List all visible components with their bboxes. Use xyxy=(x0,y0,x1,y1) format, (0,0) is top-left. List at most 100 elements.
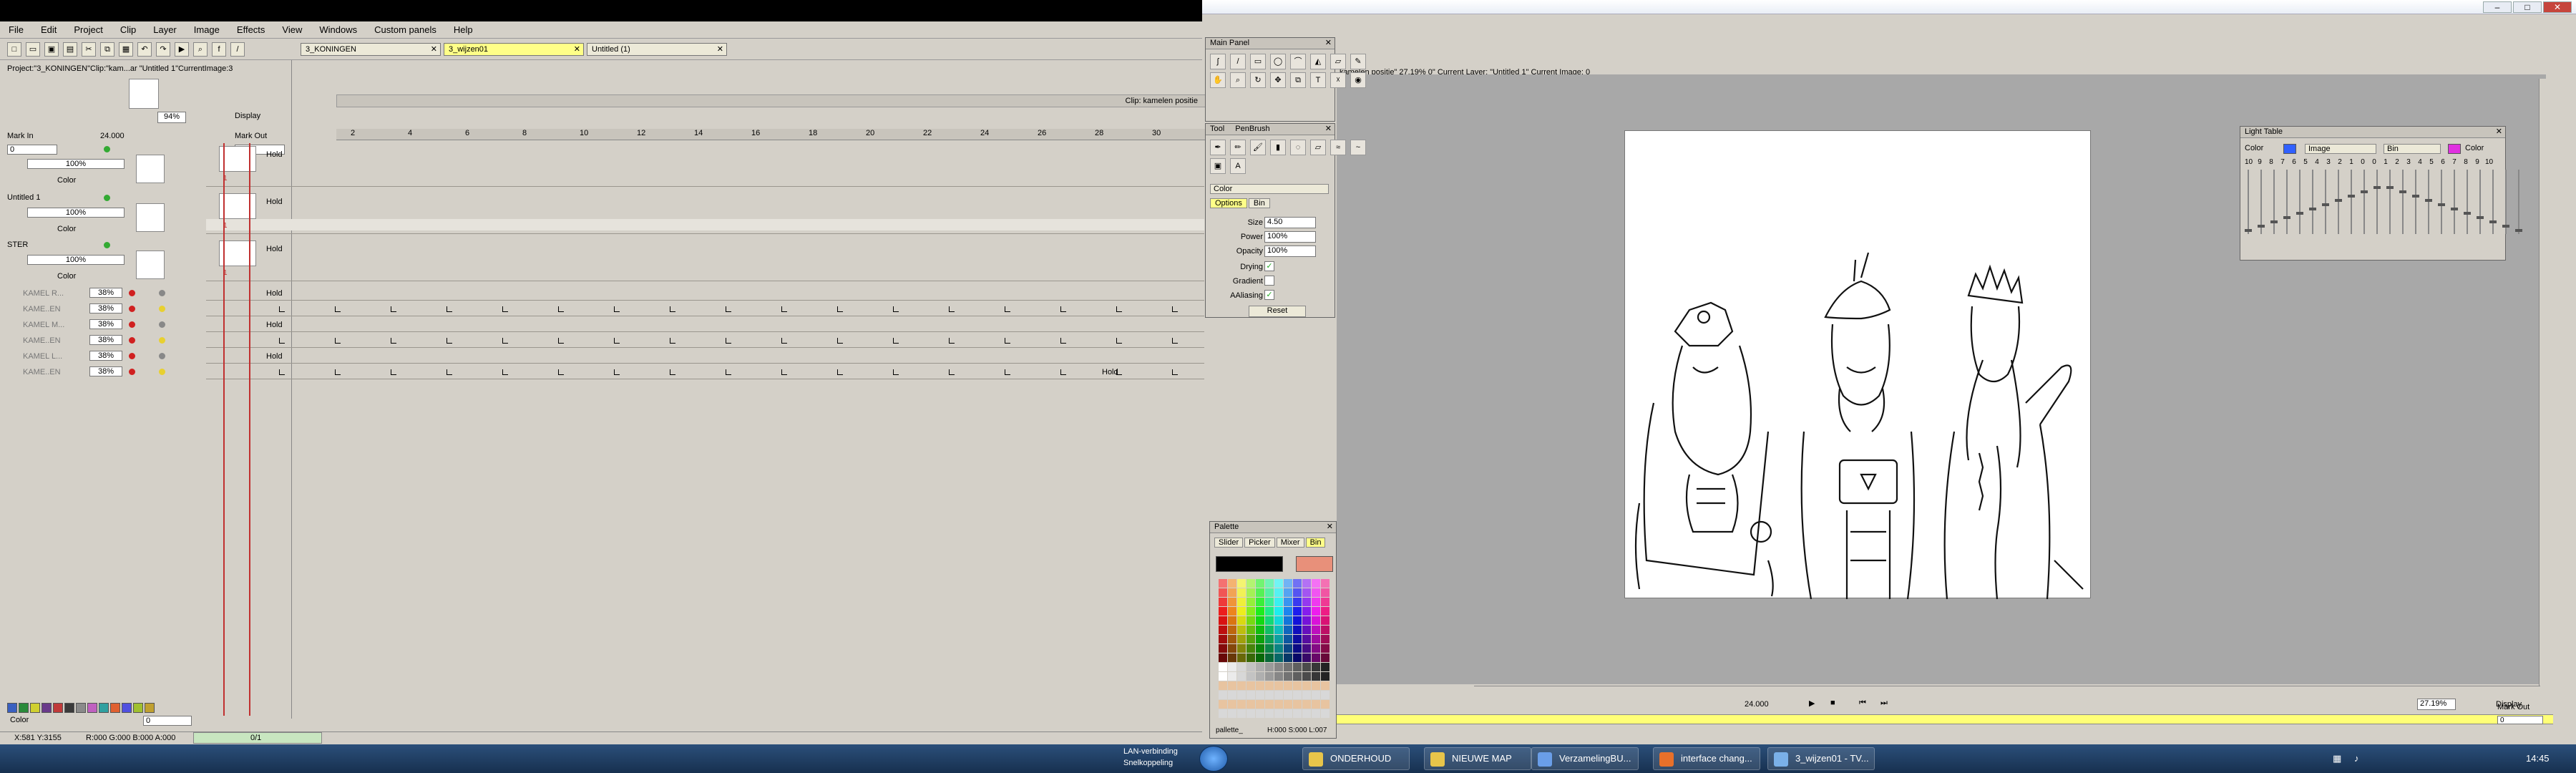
keyframe-marker[interactable] xyxy=(447,338,452,344)
option-value[interactable]: 100% xyxy=(1264,245,1316,257)
palette-swatch[interactable] xyxy=(1312,635,1320,643)
viewer-stop-icon[interactable]: ■ xyxy=(1830,699,1835,707)
palette-swatch[interactable] xyxy=(1237,653,1246,662)
light-table-slider[interactable] xyxy=(2283,170,2290,234)
slider-thumb[interactable] xyxy=(2258,225,2265,228)
palette-swatch[interactable] xyxy=(1219,691,1227,699)
slider-thumb[interactable] xyxy=(2348,195,2355,198)
palette-swatch[interactable] xyxy=(1312,579,1320,588)
palette-swatch[interactable] xyxy=(1293,607,1302,616)
palette-swatch[interactable] xyxy=(1256,598,1264,606)
palette-swatch[interactable] xyxy=(1321,616,1330,625)
palette-swatch[interactable] xyxy=(1228,579,1236,588)
slider-thumb[interactable] xyxy=(2477,216,2484,219)
palette-tab[interactable]: Bin xyxy=(1305,538,1326,548)
slider-thumb[interactable] xyxy=(2373,186,2381,189)
keyframe-marker[interactable] xyxy=(893,338,899,344)
menu-item[interactable]: Edit xyxy=(41,24,57,35)
checkbox[interactable] xyxy=(1264,276,1274,286)
slider-thumb[interactable] xyxy=(2245,229,2252,232)
palette-swatch[interactable] xyxy=(1274,626,1283,634)
palette-swatch[interactable] xyxy=(1237,663,1246,671)
palette-swatch[interactable] xyxy=(1284,709,1292,718)
palette-swatch[interactable] xyxy=(1256,709,1264,718)
timeline-ruler[interactable]: 2468101214161820222426283032 xyxy=(336,129,1218,140)
palette-swatch[interactable] xyxy=(1284,607,1292,616)
palette-swatch[interactable] xyxy=(1274,644,1283,653)
palette-swatch[interactable] xyxy=(1265,588,1274,597)
palette-swatch[interactable] xyxy=(1312,598,1320,606)
palette-tab[interactable]: Mixer xyxy=(1276,538,1304,548)
light-table-slider[interactable] xyxy=(2335,170,2342,234)
open-icon[interactable]: ▭ xyxy=(26,42,40,57)
light-table-slider[interactable] xyxy=(2502,170,2509,234)
secondary-color-swatch[interactable] xyxy=(1296,556,1333,572)
zoom-icon[interactable]: ⌕ xyxy=(1230,72,1246,88)
palette-swatch[interactable] xyxy=(1293,635,1302,643)
document-tab[interactable]: 3_wijzen01 ✕ xyxy=(444,43,584,56)
palette-swatch[interactable] xyxy=(1293,644,1302,653)
palette-swatch[interactable] xyxy=(1246,635,1255,643)
palette-swatch[interactable] xyxy=(1312,607,1320,616)
palette-swatch[interactable] xyxy=(1219,681,1227,690)
slider-thumb[interactable] xyxy=(2283,216,2290,219)
palette-swatch[interactable] xyxy=(1237,616,1246,625)
palette-swatch[interactable] xyxy=(1219,709,1227,718)
layer-color-swatch[interactable] xyxy=(99,703,109,713)
layer-color-swatch[interactable] xyxy=(7,703,17,713)
palette-swatch[interactable] xyxy=(1256,626,1264,634)
volume-icon[interactable]: ♪ xyxy=(2354,753,2359,764)
palette-swatch[interactable] xyxy=(1219,700,1227,709)
layer-row[interactable]: Untitled 1 100% Color xyxy=(7,193,208,239)
menu-item[interactable]: Help xyxy=(454,24,473,35)
palette-swatch[interactable] xyxy=(1228,635,1236,643)
viewer-prev-icon[interactable]: ⏮ xyxy=(1859,699,1866,708)
palette-swatch[interactable] xyxy=(1293,579,1302,588)
slider-thumb[interactable] xyxy=(2309,208,2316,210)
sublayer-row[interactable]: KAMEL L... 38% xyxy=(7,351,208,365)
palette-swatch[interactable] xyxy=(1228,616,1236,625)
tool-tab[interactable]: Options xyxy=(1210,198,1247,208)
layer-color-swatch[interactable] xyxy=(87,703,97,713)
cut-icon[interactable]: ✂ xyxy=(82,42,96,57)
light-table-slider[interactable] xyxy=(2489,170,2497,234)
palette-swatch[interactable] xyxy=(1321,653,1330,662)
clip-thumbnail[interactable] xyxy=(129,79,159,109)
current-color-swatch[interactable] xyxy=(1216,556,1283,572)
keyframe-marker[interactable] xyxy=(447,306,452,312)
viewer-play-icon[interactable]: ▶ xyxy=(1809,699,1815,708)
sublayer-red-dot-icon[interactable] xyxy=(129,369,135,375)
paste-icon[interactable]: ▦ xyxy=(119,42,133,57)
palette-swatch[interactable] xyxy=(1321,598,1330,606)
keyframe-marker[interactable] xyxy=(781,338,787,344)
keyframe-marker[interactable] xyxy=(614,369,620,375)
palette-swatch[interactable] xyxy=(1312,663,1320,671)
palette-swatch[interactable] xyxy=(1265,644,1274,653)
palette-swatch[interactable] xyxy=(1265,691,1274,699)
layer-row[interactable]: STER 100% Color xyxy=(7,240,208,286)
palette-swatch[interactable] xyxy=(1284,616,1292,625)
light-table-slider[interactable] xyxy=(2245,170,2252,234)
layer-color-label[interactable]: Color xyxy=(57,225,76,233)
menu-item[interactable]: View xyxy=(282,24,302,35)
transform-icon[interactable]: ⧉ xyxy=(1290,72,1306,88)
sublayer-row[interactable]: KAME..EN 38% xyxy=(7,335,208,349)
keyframe-marker[interactable] xyxy=(279,338,285,344)
viewer-vertical-scrollbar[interactable] xyxy=(2539,79,2549,701)
checkbox[interactable]: ✓ xyxy=(1264,261,1274,271)
menu-item[interactable]: Project xyxy=(74,24,102,35)
palette-swatch-grid[interactable] xyxy=(1219,579,1330,718)
smudge-icon[interactable]: ~ xyxy=(1350,140,1366,155)
palette-swatch[interactable] xyxy=(1219,672,1227,681)
palette-swatch[interactable] xyxy=(1321,691,1330,699)
palette-swatch[interactable] xyxy=(1321,700,1330,709)
sublayer-track[interactable] xyxy=(206,351,1204,364)
slider-thumb[interactable] xyxy=(2412,195,2419,198)
palette-swatch[interactable] xyxy=(1284,644,1292,653)
palette-swatch[interactable] xyxy=(1246,663,1255,671)
palette-swatch[interactable] xyxy=(1321,607,1330,616)
palette-swatch[interactable] xyxy=(1274,700,1283,709)
palette-swatch[interactable] xyxy=(1293,681,1302,690)
brush-icon[interactable]: 🖌 xyxy=(1250,140,1266,155)
drawing-canvas[interactable] xyxy=(1624,130,2091,600)
